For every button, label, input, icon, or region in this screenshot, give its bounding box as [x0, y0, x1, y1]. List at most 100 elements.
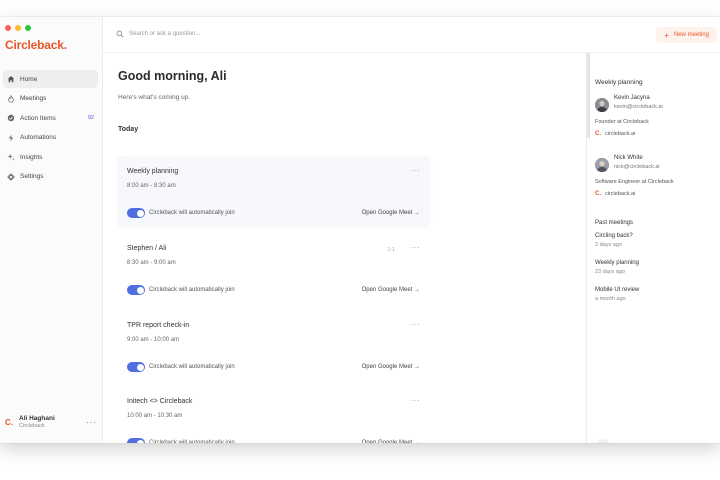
open-google-meet-link[interactable]: Open Google Meet → [362, 440, 420, 443]
auto-join-toggle[interactable] [127, 208, 145, 218]
panel-title: Weekly planning [595, 79, 643, 86]
meeting-card[interactable]: Stephen / Ali 8:30 am - 9:00 am 1:1 ··· … [118, 233, 430, 303]
open-google-meet-link[interactable]: Open Google Meet → [362, 210, 420, 216]
action-items-count-badge: 92 [87, 115, 94, 121]
meeting-time: 9:00 am - 10:00 am [127, 337, 180, 343]
auto-join-label: Circleback will automatically join [149, 364, 235, 370]
past-meeting-item[interactable]: Mobile UI review a month ago [595, 287, 715, 302]
search-icon [116, 30, 124, 38]
one-on-one-badge: 1:1 [387, 247, 395, 253]
attendee-card[interactable]: Kevin Jacyna kevin@circleback.ai Founder… [595, 95, 715, 137]
sidebar-item-action-items[interactable]: Action Items 92 [3, 109, 98, 127]
sidebar-item-label: Automations [20, 134, 57, 141]
expand-panel-button[interactable]: › [596, 439, 610, 443]
past-meeting-item[interactable]: Circling back? 2 days ago [595, 233, 715, 248]
section-heading-today: Today [118, 126, 139, 133]
more-options-icon[interactable]: ··· [411, 396, 421, 405]
meeting-card[interactable]: Initech <> Circleback 10:00 am - 10:30 a… [118, 386, 430, 443]
past-meeting-item[interactable]: Weekly planning 23 days ago [595, 260, 715, 275]
circleback-logo-icon: C. [595, 191, 601, 197]
sparkle-icon [7, 153, 15, 161]
main-content: Good morning, Ali Here's what's coming u… [103, 53, 585, 443]
page-subtitle: Here's what's coming up. [118, 94, 191, 101]
auto-join-label: Circleback will automatically join [149, 440, 235, 443]
page-title: Good morning, Ali [118, 69, 227, 83]
app-window: Circleback. Home Meetings Action Items 9 [0, 17, 720, 443]
attendee-org-domain: circleback.ai [605, 191, 636, 197]
flame-icon [7, 94, 15, 103]
minimize-window-button[interactable] [15, 25, 21, 31]
more-options-icon[interactable]: ··· [411, 320, 421, 329]
avatar [595, 158, 609, 172]
auto-join-toggle[interactable] [127, 362, 145, 372]
app-logo: Circleback. [5, 38, 67, 52]
attendee-email[interactable]: kevin@circleback.ai [614, 104, 663, 110]
sidebar-nav: Home Meetings Action Items 92 Automation… [3, 70, 98, 187]
attendee-org[interactable]: C. circleback.ai [595, 191, 715, 197]
meeting-card[interactable]: TPR report check-in 9:00 am - 10:00 am ·… [118, 310, 430, 380]
meeting-title: Stephen / Ali [127, 245, 167, 252]
past-meeting-date: 23 days ago [595, 269, 625, 275]
plus-icon: + [664, 30, 669, 40]
meeting-title: Weekly planning [127, 168, 179, 175]
sidebar-item-home[interactable]: Home [3, 70, 98, 88]
auto-join-toggle[interactable] [127, 285, 145, 295]
check-circle-icon [7, 114, 15, 122]
scrollbar-thumb[interactable] [587, 53, 590, 138]
bolt-icon [7, 134, 15, 142]
new-meeting-button[interactable]: + New meeting [656, 27, 717, 43]
user-org: Circleback [19, 423, 45, 429]
meeting-time: 8:00 am - 8:30 am [127, 183, 176, 189]
attendee-card[interactable]: Nick White nick@circleback.ai Software E… [595, 155, 715, 197]
sidebar-item-label: Action Items [20, 114, 56, 122]
past-meeting-name: Mobile UI review [595, 287, 640, 293]
close-window-button[interactable] [5, 25, 11, 31]
zoom-window-button[interactable] [25, 25, 31, 31]
sidebar-item-label: Home [20, 75, 38, 83]
search-input[interactable]: Search or ask a question... [129, 31, 200, 37]
meeting-time: 8:30 am - 9:00 am [127, 260, 176, 266]
top-bar: Search or ask a question... + New meetin… [103, 17, 720, 53]
window-controls [5, 25, 31, 31]
past-meeting-date: a month ago [595, 296, 626, 302]
sidebar-item-automations[interactable]: Automations [3, 129, 98, 147]
sidebar-item-label: Settings [20, 173, 44, 180]
past-meeting-date: 2 days ago [595, 242, 622, 248]
circleback-logo-icon: C. [5, 417, 13, 427]
attendee-org-domain: circleback.ai [605, 131, 636, 137]
auto-join-label: Circleback will automatically join [149, 210, 235, 216]
past-meetings-heading: Past meetings [595, 220, 634, 226]
sidebar-item-label: Insights [20, 153, 43, 161]
attendee-email[interactable]: nick@circleback.ai [614, 164, 660, 170]
attendee-org[interactable]: C. circleback.ai [595, 131, 715, 137]
meeting-card[interactable]: Weekly planning 8:00 am - 8:30 am ··· Ci… [118, 156, 430, 226]
auto-join-toggle[interactable] [127, 438, 145, 443]
past-meeting-name: Weekly planning [595, 260, 639, 266]
user-more-icon[interactable]: ··· [86, 418, 97, 427]
meeting-detail-panel: Weekly planning Kevin Jacyna kevin@circl… [586, 53, 720, 443]
circleback-logo-icon: C. [595, 131, 601, 137]
more-options-icon[interactable]: ··· [411, 243, 421, 252]
past-meeting-name: Circling back? [595, 233, 633, 239]
sidebar-item-insights[interactable]: Insights [3, 148, 98, 166]
meeting-time: 10:00 am - 10:30 am [127, 413, 183, 419]
meeting-title: Initech <> Circleback [127, 398, 193, 405]
new-meeting-label: New meeting [673, 32, 709, 38]
sidebar-item-label: Meetings [20, 95, 47, 102]
more-options-icon[interactable]: ··· [411, 166, 421, 175]
user-name: Ali Haghani [19, 415, 55, 422]
auto-join-label: Circleback will automatically join [149, 287, 235, 293]
attendee-role: Software Engineer at Circleback [595, 179, 674, 185]
open-google-meet-link[interactable]: Open Google Meet → [362, 364, 420, 370]
gear-icon [7, 172, 15, 181]
sidebar: Circleback. Home Meetings Action Items 9 [0, 17, 103, 443]
attendee-name: Nick White [614, 155, 643, 161]
attendee-role: Founder at Circleback [595, 119, 649, 125]
user-profile[interactable]: C. Ali Haghani Circleback ··· [5, 415, 97, 429]
avatar [595, 98, 609, 112]
open-google-meet-link[interactable]: Open Google Meet → [362, 287, 420, 293]
attendee-name: Kevin Jacyna [614, 95, 650, 101]
sidebar-item-settings[interactable]: Settings [3, 168, 98, 186]
sidebar-item-meetings[interactable]: Meetings [3, 90, 98, 108]
search-bar[interactable]: Search or ask a question... [116, 30, 200, 38]
